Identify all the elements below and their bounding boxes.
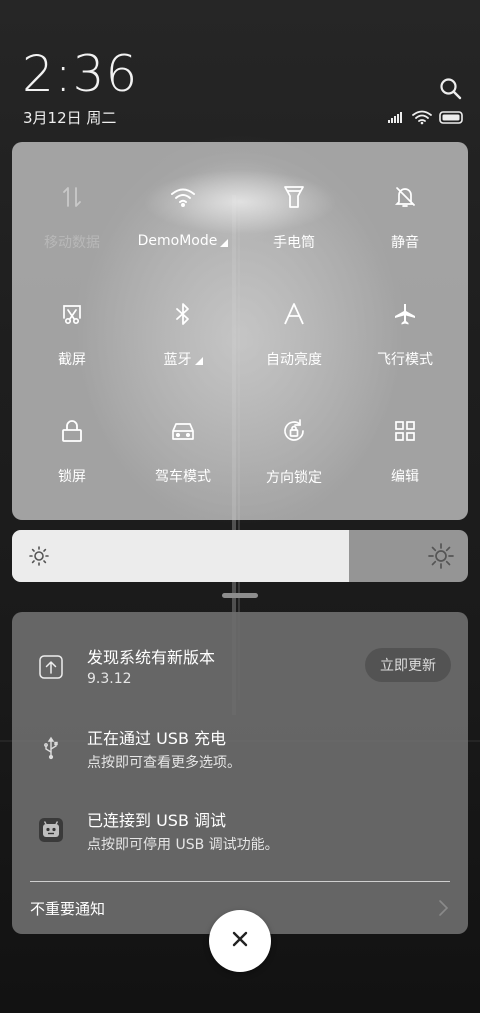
brightness-low-icon: [28, 545, 50, 567]
divider: [30, 881, 450, 882]
signal-icon: [388, 112, 402, 123]
clock-date[interactable]: 3月12日 周二: [23, 107, 116, 128]
clock-time[interactable]: 2:36: [22, 46, 138, 102]
quick-settings-panel: 移动数据 DemoMode 手电筒 静音 截屏 蓝牙 自动亮度 飞行模式 锁屏 …: [12, 142, 468, 520]
usb-debug-icon: [38, 817, 64, 843]
brightness-fill: [12, 530, 350, 582]
tile-label: 锁屏: [58, 469, 86, 485]
notification-title: 已连接到 USB 调试: [87, 811, 227, 830]
tile-driving-mode[interactable]: 驾车模式: [126, 376, 240, 486]
wifi-icon: [412, 110, 432, 122]
tile-label: 编辑: [391, 469, 419, 485]
tile-lock-screen[interactable]: 锁屏: [15, 376, 129, 486]
tile-edit[interactable]: 编辑: [348, 376, 462, 486]
tile-label: 蓝牙: [164, 349, 203, 369]
notification-usb-debugging[interactable]: 已连接到 USB 调试 点按即可停用 USB 调试功能。: [12, 807, 468, 867]
close-icon: [231, 930, 249, 952]
brightness-high-icon: [428, 543, 454, 569]
wifi-icon: [170, 184, 196, 210]
mobile-data-icon: [59, 184, 85, 209]
auto-brightness-icon: [281, 301, 307, 326]
rotation-lock-icon: [281, 418, 307, 444]
tile-label: 方向锁定: [266, 470, 322, 486]
tile-label: 驾车模式: [155, 469, 211, 485]
update-now-button[interactable]: 立即更新: [365, 648, 451, 682]
tile-label: 静音: [391, 235, 419, 251]
edit-grid-icon: [392, 418, 418, 443]
tile-label: 移动数据: [44, 235, 100, 251]
flashlight-icon: [281, 184, 307, 209]
notification-usb-charging[interactable]: 正在通过 USB 充电 点按即可查看更多选项。: [12, 725, 468, 785]
tile-auto-brightness[interactable]: 自动亮度: [237, 259, 351, 369]
brightness-slider[interactable]: [12, 530, 468, 582]
airplane-icon: [392, 301, 418, 326]
tile-label: 截屏: [58, 352, 86, 368]
tile-screenshot[interactable]: 截屏: [15, 259, 129, 369]
notification-panel: 发现系统有新版本 9.3.12 立即更新 正在通过 USB 充电 点按即可查看更…: [12, 612, 468, 934]
battery-icon: [439, 111, 463, 124]
usb-icon: [38, 735, 64, 761]
tile-label: 自动亮度: [266, 352, 322, 368]
drag-handle[interactable]: [222, 593, 258, 598]
notification-subtitle: 9.3.12: [87, 671, 132, 687]
tile-flashlight[interactable]: 手电筒: [237, 142, 351, 252]
clear-all-button[interactable]: [209, 910, 271, 972]
notification-title: 正在通过 USB 充电: [87, 729, 227, 748]
tile-bluetooth[interactable]: 蓝牙: [126, 259, 240, 369]
tile-airplane[interactable]: 飞行模式: [348, 259, 462, 369]
search-icon[interactable]: [438, 76, 464, 102]
screenshot-icon: [59, 301, 85, 326]
notification-subtitle: 点按即可停用 USB 调试功能。: [87, 837, 279, 853]
system-update-icon: [38, 654, 64, 680]
tile-label: DemoMode: [138, 233, 229, 249]
mute-bell-icon: [392, 184, 418, 209]
notification-subtitle: 点按即可查看更多选项。: [87, 755, 241, 771]
lock-icon: [59, 418, 85, 443]
tile-mobile-data[interactable]: 移动数据: [15, 142, 129, 252]
expand-triangle-icon: [220, 239, 229, 247]
tile-label: 手电筒: [273, 235, 315, 251]
bluetooth-icon: [170, 301, 196, 326]
tile-wifi[interactable]: DemoMode: [126, 142, 240, 252]
car-icon: [170, 418, 196, 443]
expand-triangle-icon: [194, 357, 203, 365]
notification-title: 发现系统有新版本: [87, 648, 216, 667]
status-icons: [386, 108, 466, 126]
chevron-right-icon[interactable]: [436, 899, 450, 917]
unimportant-notifications-link[interactable]: 不重要通知: [30, 898, 105, 919]
tile-rotation-lock[interactable]: 方向锁定: [237, 376, 351, 486]
tile-label: 飞行模式: [377, 352, 433, 368]
tile-mute[interactable]: 静音: [348, 142, 462, 252]
